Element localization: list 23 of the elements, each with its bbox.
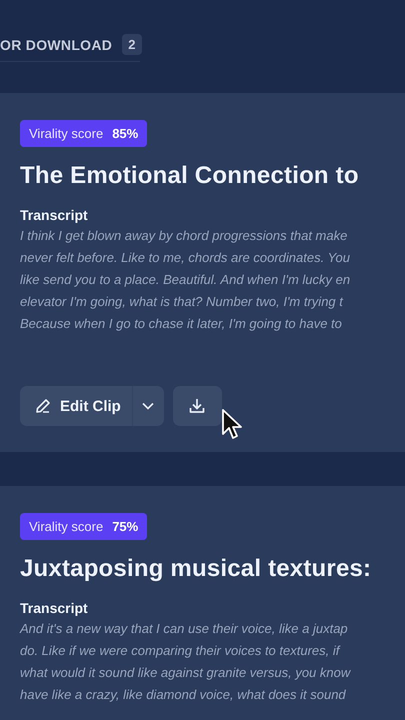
cursor-icon bbox=[221, 408, 245, 442]
transcript-line: what would it sound like against granite versus, you know bbox=[20, 664, 352, 682]
transcript-line: have like a crazy, like diamond voice, what does it sound bbox=[20, 686, 347, 704]
virality-badge: Virality score 75% bbox=[20, 513, 148, 540]
edit-clip-button[interactable]: Edit Clip bbox=[20, 386, 132, 426]
transcript-line: never felt before. Like to me, chords are coordinates. You bbox=[20, 249, 352, 267]
transcript-line: Because when I go to chase it later, I'm going to have to bbox=[20, 315, 343, 333]
transcript-line: elevator I'm going, what is that? Number two, I'm trying t bbox=[20, 293, 344, 311]
pencil-icon bbox=[34, 397, 52, 415]
transcript-line: do. Like if we were comparing their voices to textures, if bbox=[20, 642, 342, 660]
transcript-line: And it's a new way that I can use their voice, like a juxtap bbox=[20, 620, 349, 638]
clip-title: The Emotional Connection to bbox=[20, 162, 360, 190]
caret-icon bbox=[142, 402, 154, 410]
count-badge: 2 bbox=[122, 34, 142, 55]
virality-badge: Virality score 85% bbox=[20, 120, 148, 147]
download-button[interactable] bbox=[172, 386, 222, 426]
transcript-heading: Transcript bbox=[20, 600, 89, 616]
tab[interactable]: OR DOWNLOAD 2 bbox=[0, 28, 140, 62]
transcript-heading: Transcript bbox=[20, 207, 89, 223]
transcript-line: I think I get blown away by chord progressions that make bbox=[20, 227, 348, 245]
download-icon bbox=[188, 397, 206, 415]
clip-title: Juxtaposing musical textures: bbox=[20, 555, 372, 583]
transcript-line: like send you to a place. Beautiful. And when I'm lucky en bbox=[20, 271, 352, 289]
